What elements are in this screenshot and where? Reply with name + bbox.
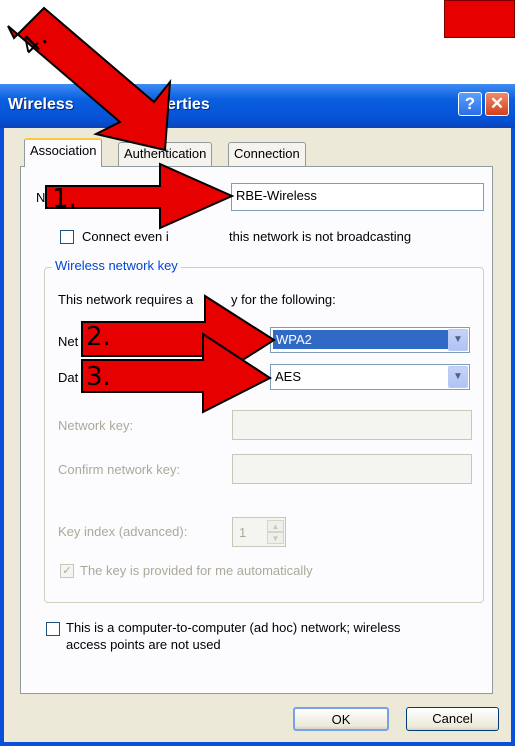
annotation-label-3: 3.: [86, 362, 111, 392]
annotation-label-2: 2.: [86, 322, 111, 352]
annotation-label-1: 1.: [52, 184, 77, 214]
annotation-arrows: [7, 6, 276, 414]
